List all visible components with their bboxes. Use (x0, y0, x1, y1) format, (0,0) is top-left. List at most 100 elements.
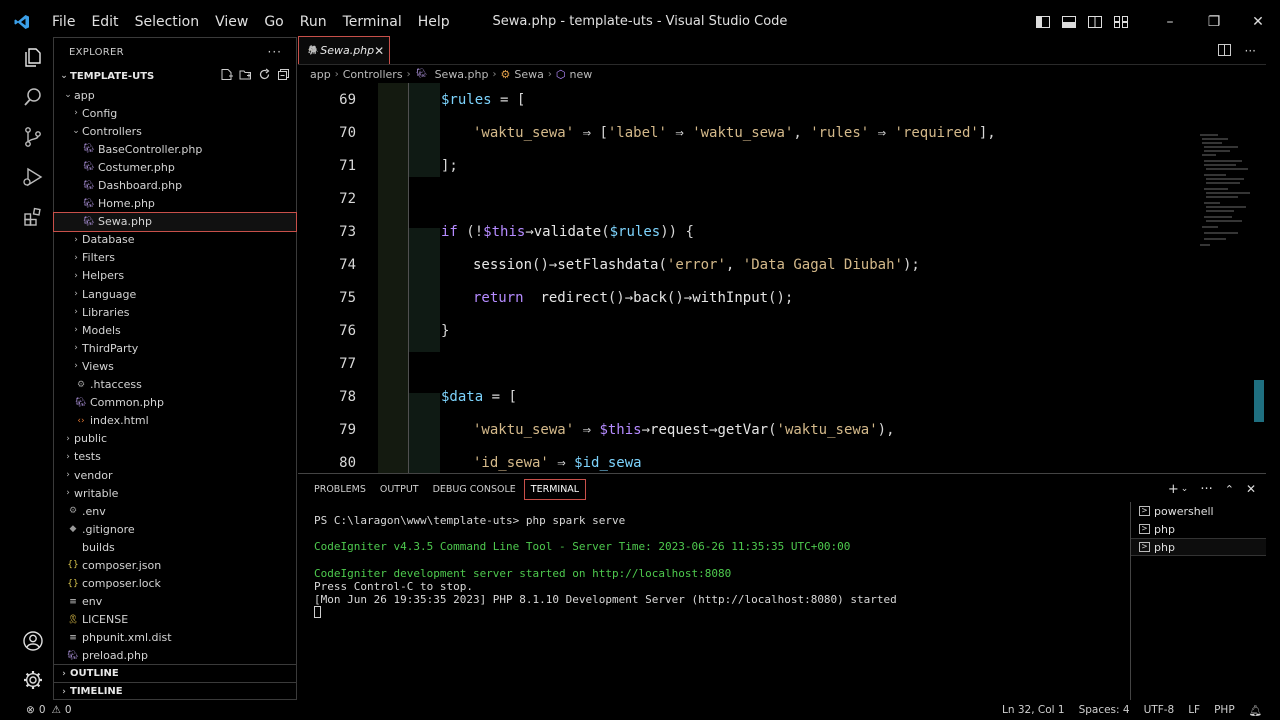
tree-item-writable[interactable]: › writable (54, 484, 296, 502)
timeline-label: TIMELINE (70, 686, 123, 697)
new-folder-icon[interactable] (239, 68, 252, 84)
tree-item-preload-php[interactable]: 🐘︎ preload.php (54, 647, 296, 665)
code-token-op: , (793, 124, 811, 141)
accounts-icon[interactable] (14, 621, 52, 661)
code-editor[interactable]: 69 $rules = [70 'waktu_sewa' ⇒ ['label' ⇒ … (298, 83, 1266, 473)
language-mode[interactable]: PHP (1214, 704, 1235, 716)
breadcrumb-item[interactable]: new (569, 68, 592, 81)
code-text: session()→setFlashdata('error', 'Data Ga… (473, 257, 920, 273)
tree-item-filters[interactable]: › Filters (54, 249, 296, 267)
php-file-icon: 🐘︎ (83, 180, 95, 191)
code-text: ]; (441, 158, 458, 174)
panel-more-icon[interactable]: ··· (1200, 482, 1212, 497)
tree-item-builds[interactable]: builds (54, 538, 296, 556)
code-token-kw: return (473, 289, 524, 306)
tab-debug-console[interactable]: DEBUG CONSOLE (427, 480, 522, 499)
new-terminal-icon[interactable]: + (1168, 482, 1179, 497)
tree-item-sewa-php[interactable]: 🐘︎ Sewa.php (53, 211, 297, 232)
source-control-icon[interactable] (14, 117, 52, 157)
tree-item-models[interactable]: › Models (54, 321, 296, 339)
status-problems[interactable]: ⊗ 0 ⚠ 0 (0, 704, 72, 716)
tree-item-tests[interactable]: › tests (54, 448, 296, 466)
run-debug-icon[interactable] (14, 157, 52, 197)
tree-item-config[interactable]: › Config (54, 104, 296, 122)
chevron-right-icon: › (74, 307, 78, 318)
close-panel-icon[interactable]: ✕ (1246, 482, 1256, 496)
tree-item-public[interactable]: › public (54, 430, 296, 448)
manage-gear-icon[interactable] (14, 660, 52, 700)
code-token-this: $this (599, 421, 642, 438)
minimap[interactable] (1198, 131, 1254, 251)
encoding[interactable]: UTF-8 (1144, 704, 1175, 716)
tree-item-libraries[interactable]: › Libraries (54, 303, 296, 321)
code-token-str: 'waktu_sewa' (692, 124, 794, 141)
warning-icon: ⚠ (51, 704, 61, 716)
search-icon[interactable] (14, 77, 52, 117)
tree-item-helpers[interactable]: › Helpers (54, 267, 296, 285)
tree-item-htaccess[interactable]: ⚙ .htaccess (54, 376, 296, 394)
new-file-icon[interactable] (220, 68, 233, 84)
tree-item-home-php[interactable]: 🐘︎ Home.php (54, 195, 296, 213)
explorer-more-button[interactable]: ··· (268, 45, 282, 59)
code-token-fn: getVar (717, 421, 769, 438)
tree-item-composer-lock[interactable]: {} composer.lock (54, 575, 296, 593)
tree-item-composer-json[interactable]: {} composer.json (54, 556, 296, 574)
breadcrumb-item[interactable]: Sewa (514, 68, 544, 81)
tab-sewa-php[interactable]: 🐘 Sewa.php ✕ (298, 36, 390, 64)
chevron-right-icon: › (74, 361, 78, 372)
tree-item-phpunit-xml-dist[interactable]: ≡ phpunit.xml.dist (54, 629, 296, 647)
tree-item-env[interactable]: ≡ env (54, 593, 296, 611)
indentation[interactable]: Spaces: 4 (1079, 704, 1130, 716)
more-actions-icon[interactable]: ··· (1245, 44, 1256, 58)
explorer-tools (220, 68, 296, 84)
tree-item-common-php[interactable]: 🐘︎ Common.php (54, 394, 296, 412)
notifications-bell-icon[interactable]: 🔔︎ (1249, 704, 1262, 717)
tree-item-label: .env (82, 504, 106, 518)
tree-item-app[interactable]: ⌄ app (54, 86, 296, 104)
tree-item-views[interactable]: › Views (54, 357, 296, 375)
tree-item-language[interactable]: › Language (54, 285, 296, 303)
end-of-line[interactable]: LF (1188, 704, 1200, 716)
terminal-dropdown-icon[interactable]: ⌄ (1181, 484, 1189, 494)
terminal-instance-powershell[interactable]: > powershell (1131, 502, 1266, 520)
tree-item-basecontroller-php[interactable]: 🐘︎ BaseController.php (54, 140, 296, 158)
tab-problems[interactable]: PROBLEMS (308, 480, 372, 499)
breadcrumb-item[interactable]: Controllers (343, 68, 403, 81)
maximize-panel-icon[interactable]: ⌃ (1225, 483, 1234, 496)
terminal-instance-php[interactable]: > php (1131, 538, 1266, 556)
tree-item-env[interactable]: ⚙ .env (54, 502, 296, 520)
tree-item-label: .gitignore (82, 522, 135, 536)
terminal-instance-php[interactable]: > php (1131, 520, 1266, 538)
timeline-section[interactable]: › TIMELINE (54, 682, 296, 700)
tree-item-database[interactable]: › Database (54, 231, 296, 249)
code-token-op: ( (768, 421, 777, 438)
tree-item-costumer-php[interactable]: 🐘︎ Costumer.php (54, 158, 296, 176)
code-token-op: → (709, 421, 718, 438)
tree-item-controllers[interactable]: ⌄ Controllers (54, 122, 296, 140)
code-token-op: ⇒ (548, 454, 575, 471)
outline-section[interactable]: › OUTLINE (54, 664, 296, 682)
extensions-icon[interactable] (14, 197, 52, 237)
terminal-instance-label: powershell (1154, 504, 1214, 518)
terminal-output[interactable]: PS C:\laragon\www\template-uts> php spar… (314, 514, 1124, 620)
tree-item-license[interactable]: 🎗︎ LICENSE (54, 611, 296, 629)
tab-output[interactable]: OUTPUT (374, 480, 425, 499)
editor-scrollbar-thumb[interactable] (1254, 380, 1264, 422)
tree-item-gitignore[interactable]: ◆ .gitignore (54, 520, 296, 538)
close-tab-icon[interactable]: ✕ (374, 44, 384, 58)
tree-item-label: Dashboard.php (98, 179, 183, 193)
tree-item-index-html[interactable]: ‹› index.html (54, 412, 296, 430)
split-editor-icon[interactable] (1217, 43, 1231, 59)
collapse-all-icon[interactable] (277, 68, 290, 84)
refresh-icon[interactable] (258, 68, 271, 84)
workspace-folder-header[interactable]: ⌄ TEMPLATE-UTS (54, 66, 296, 86)
tree-item-dashboard-php[interactable]: 🐘︎ Dashboard.php (54, 176, 296, 194)
explorer-icon[interactable] (14, 37, 52, 77)
breadcrumb-item[interactable]: Sewa.php (435, 68, 489, 81)
breadcrumb-item[interactable]: app (310, 68, 331, 81)
tab-terminal[interactable]: TERMINAL (523, 478, 587, 500)
tree-item-vendor[interactable]: › vendor (54, 466, 296, 484)
tree-item-thirdparty[interactable]: › ThirdParty (54, 339, 296, 357)
cursor-position[interactable]: Ln 32, Col 1 (1002, 704, 1065, 716)
